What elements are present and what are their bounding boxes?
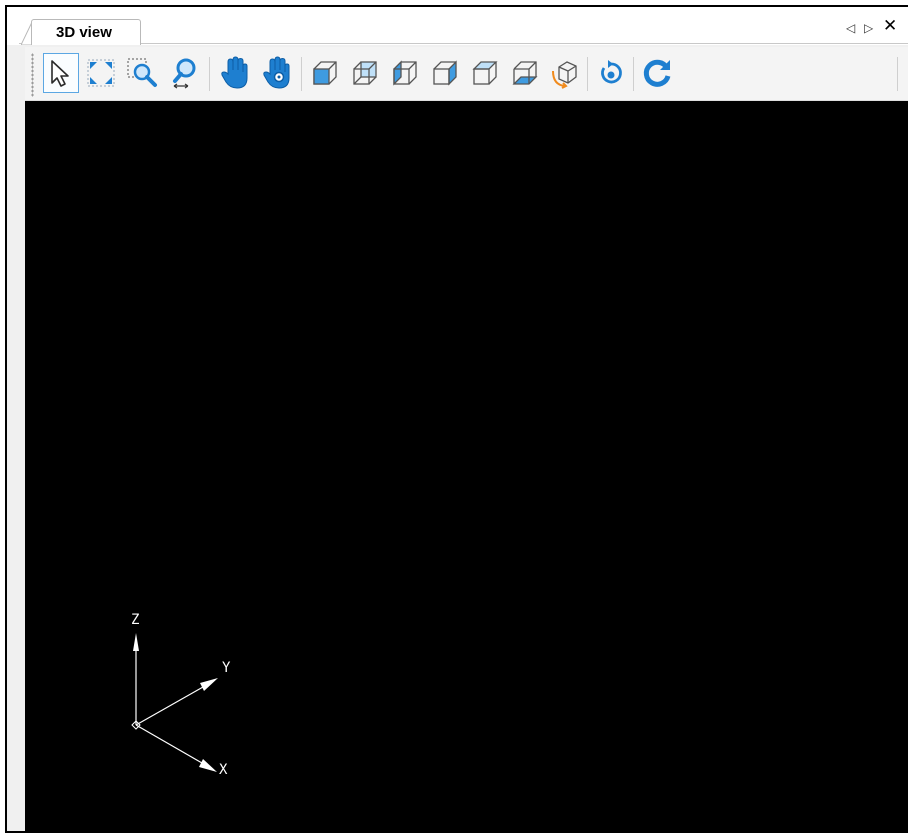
toolbar-grip[interactable]	[31, 53, 34, 97]
refresh-icon	[643, 59, 671, 87]
y-axis-line	[135, 686, 204, 726]
view-left-button[interactable]	[387, 53, 423, 93]
view-toolbar	[25, 47, 908, 101]
rotate-button[interactable]	[593, 53, 629, 93]
pan-alt-button[interactable]	[259, 53, 295, 93]
view-front-icon	[313, 61, 337, 85]
iso-view-icon	[552, 61, 577, 89]
select-arrow-icon	[51, 60, 69, 87]
y-axis-label: Y	[222, 660, 231, 676]
zoom-button[interactable]	[167, 53, 203, 93]
toolbar-separator	[301, 57, 302, 91]
view-right-button[interactable]	[427, 53, 463, 93]
x-axis-line	[135, 724, 203, 764]
view-back-button[interactable]	[347, 53, 383, 93]
view-top-button[interactable]	[467, 53, 503, 93]
axis-triad: Z Y X	[131, 612, 231, 778]
view-front-button[interactable]	[307, 53, 343, 93]
zoom-icon	[173, 58, 196, 89]
scroll-tabs-left-icon[interactable]: ◁	[846, 21, 855, 35]
x-axis-label: X	[219, 762, 228, 778]
3d-viewport[interactable]: Z Y X	[25, 101, 908, 831]
scroll-tabs-right-icon[interactable]: ▷	[864, 21, 873, 35]
view-right-icon	[433, 60, 457, 86]
view-top-icon	[472, 61, 498, 85]
z-axis-label: Z	[131, 612, 139, 628]
zoom-fit-icon	[87, 59, 115, 87]
view-iso-button[interactable]	[547, 53, 583, 93]
view-bottom-button[interactable]	[507, 53, 543, 93]
zoom-fit-button[interactable]	[83, 53, 119, 93]
view-left-icon	[393, 60, 417, 86]
tab-3d-view[interactable]: 3D view	[31, 19, 141, 45]
zoom-window-button[interactable]	[125, 53, 161, 93]
zoom-window-icon	[127, 58, 157, 87]
toolbar-separator	[209, 57, 210, 91]
toolbar-separator	[633, 57, 634, 91]
close-panel-icon[interactable]: ✕	[883, 17, 897, 34]
3d-view-panel: 3D view ◁ ▷ ✕ Z Y X	[5, 5, 908, 833]
z-axis-arrow	[133, 633, 139, 651]
pan-button[interactable]	[217, 53, 253, 93]
view-back-icon	[353, 61, 377, 85]
select-tool-button[interactable]	[43, 53, 79, 93]
view-bottom-icon	[512, 61, 538, 85]
tab-bar: 3D view ◁ ▷ ✕	[7, 7, 908, 45]
pan-hand-target-icon	[263, 56, 290, 89]
toolbar-separator	[587, 57, 588, 91]
refresh-button[interactable]	[639, 53, 675, 93]
tab-bar-divider	[19, 43, 908, 44]
x-axis-arrow	[199, 759, 217, 772]
tab-label: 3D view	[56, 24, 112, 41]
pan-hand-icon	[221, 56, 248, 89]
y-axis-arrow	[200, 678, 218, 691]
toolbar-separator	[897, 57, 898, 91]
rotate-icon	[601, 60, 622, 84]
